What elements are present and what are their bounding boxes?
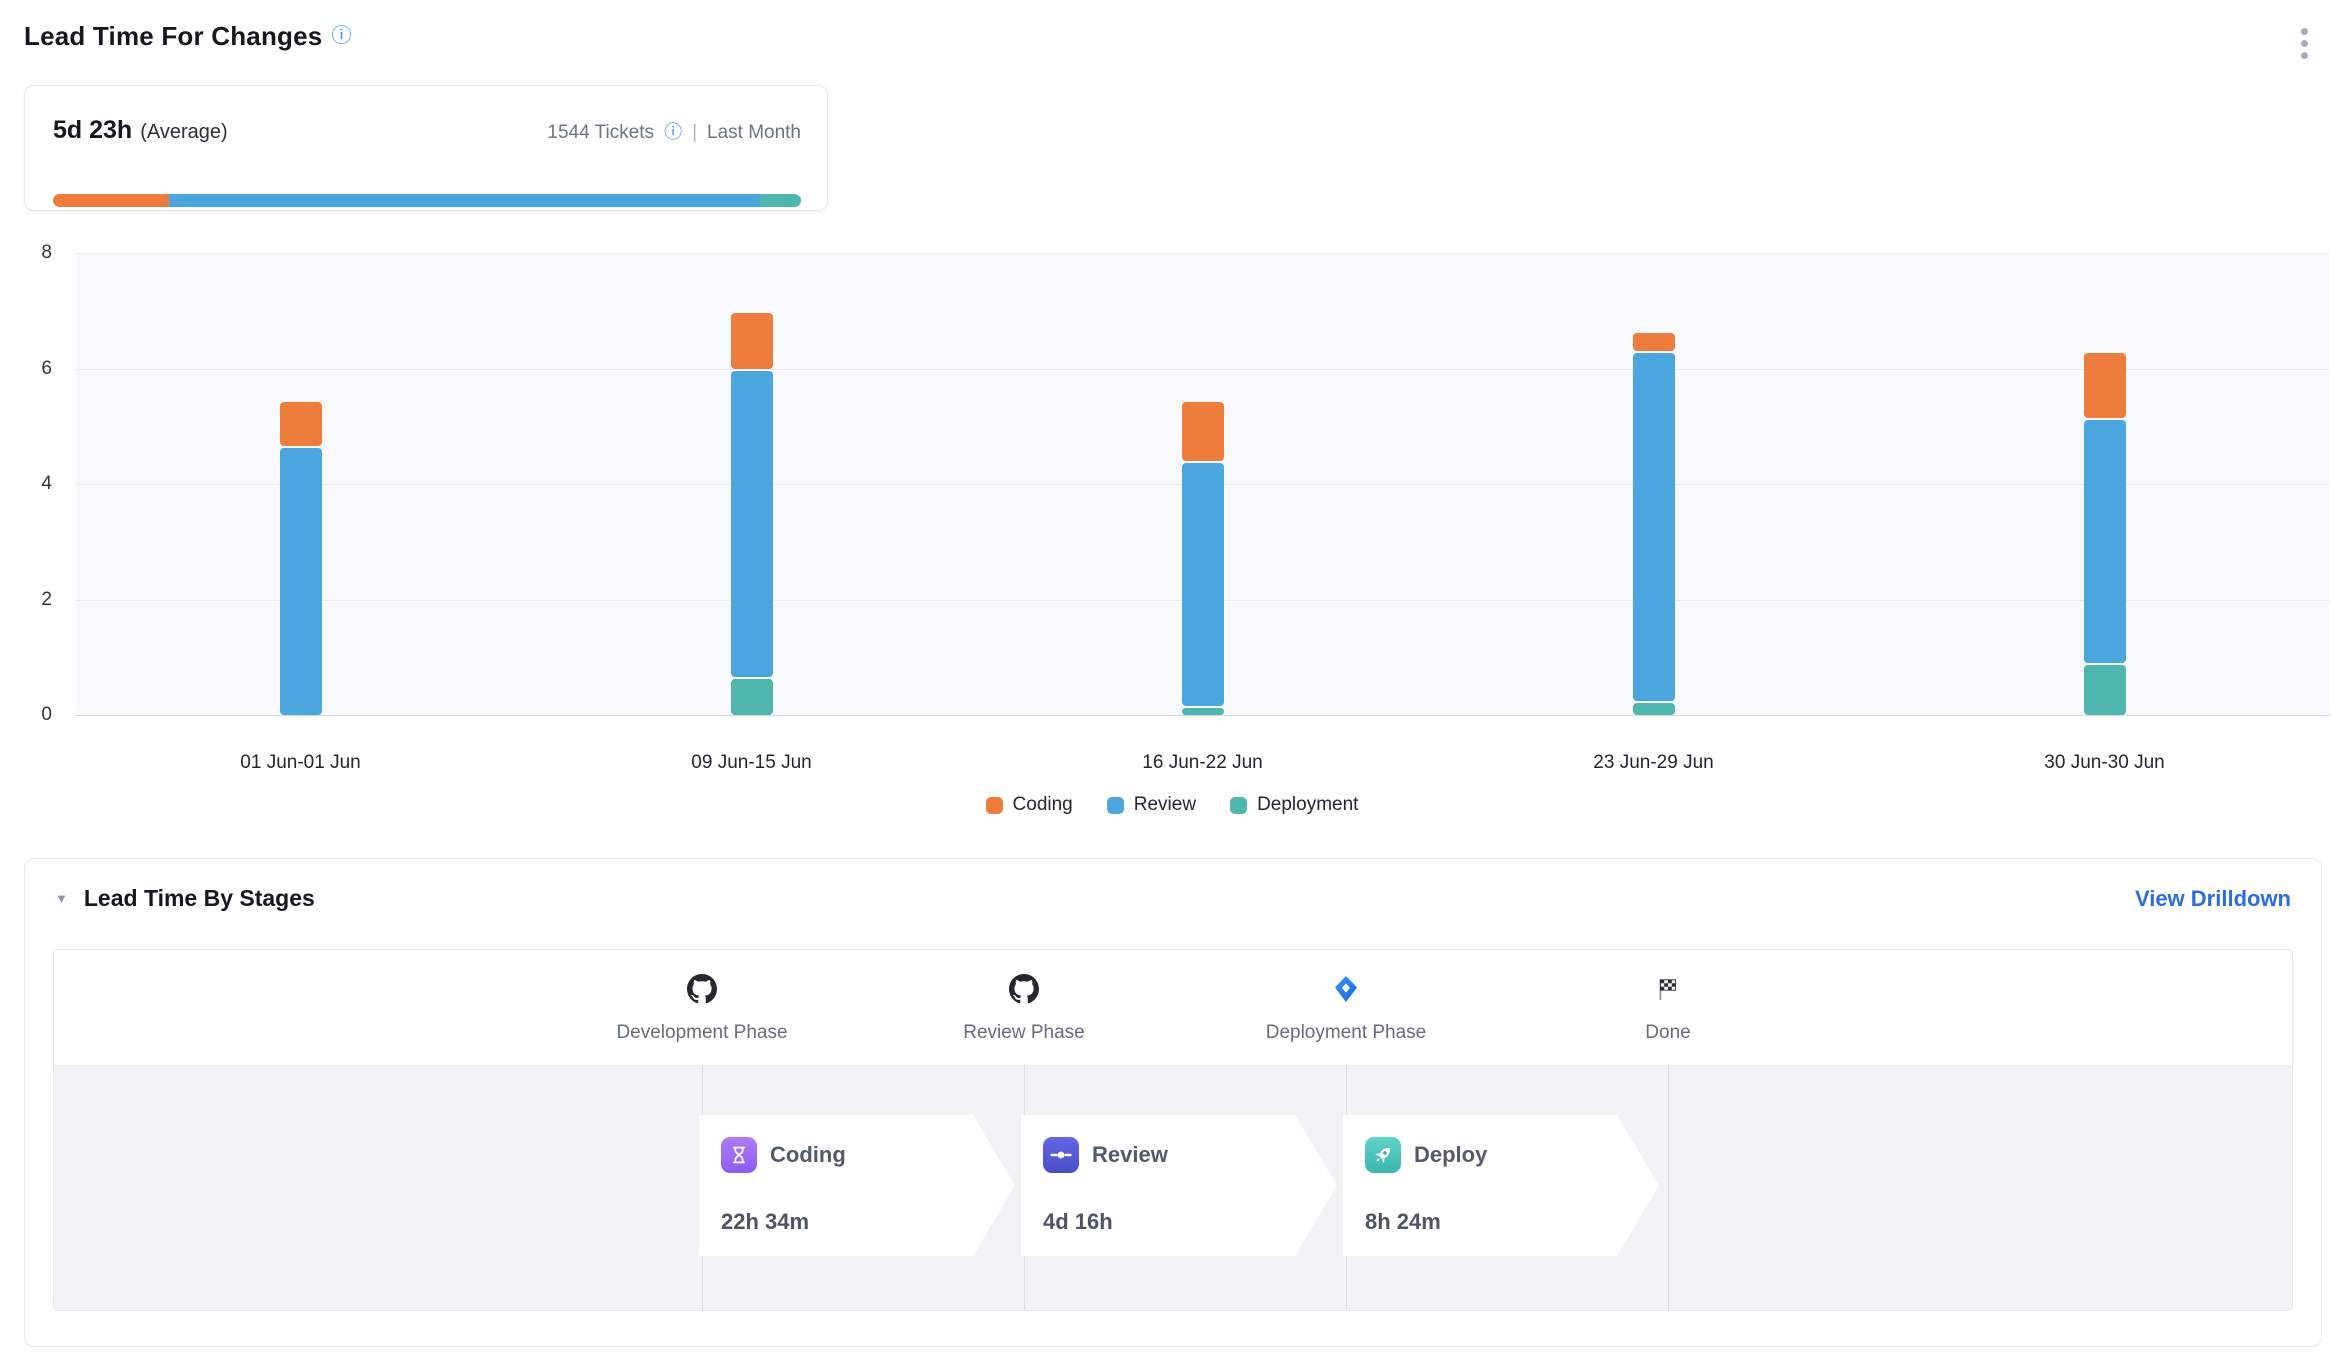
phase-deployment-phase: Deployment Phase <box>1216 972 1476 1044</box>
x-tick-label: 30 Jun-30 Jun <box>2044 752 2164 774</box>
stage-duration: 22h 34m <box>721 1209 809 1235</box>
bar-segment-review[interactable] <box>280 448 322 715</box>
kebab-menu-icon[interactable] <box>2301 28 2308 59</box>
bar-segment-deployment[interactable] <box>2084 665 2126 715</box>
stages-title: Lead Time By Stages <box>84 885 315 912</box>
legend-swatch <box>986 797 1003 814</box>
x-tick-label: 23 Jun-29 Jun <box>1593 752 1713 774</box>
summary-bar-segment-review <box>169 194 760 207</box>
gridline-y8 <box>75 253 2330 254</box>
legend-item-review[interactable]: Review <box>1107 794 1196 816</box>
bar-group-3[interactable] <box>1182 400 1224 715</box>
legend-swatch <box>1107 797 1124 814</box>
bar-segment-coding[interactable] <box>280 402 322 446</box>
bar-segment-deployment[interactable] <box>1182 708 1224 715</box>
view-drilldown-link[interactable]: View Drilldown <box>2135 886 2291 912</box>
y-tick-label: 2 <box>2 589 52 611</box>
stage-track: Coding 22h 34m Review 4d 16h Deploy 8h 24m <box>54 1065 2292 1310</box>
legend-label: Review <box>1134 794 1196 816</box>
flag-icon <box>1538 972 1798 1006</box>
phase-label: Done <box>1538 1022 1798 1044</box>
y-tick-label: 4 <box>2 473 52 495</box>
page-header: Lead Time For Changes ⓘ <box>24 16 2320 56</box>
legend-label: Deployment <box>1257 794 1358 816</box>
github-icon <box>572 972 832 1006</box>
stage-label: Review <box>1092 1142 1168 1168</box>
summary-bar-segment-coding <box>53 194 169 207</box>
y-tick-label: 8 <box>2 242 52 264</box>
phase-label: Review Phase <box>894 1022 1154 1044</box>
bar-segment-coding[interactable] <box>1182 402 1224 461</box>
tickets-count: 1544 Tickets <box>547 122 654 144</box>
chart-plot-area <box>75 253 2330 715</box>
phase-development-phase: Development Phase <box>572 972 832 1044</box>
github-icon <box>894 972 1154 1006</box>
phase-label: Deployment Phase <box>1216 1022 1476 1044</box>
bar-group-1[interactable] <box>280 400 322 715</box>
bar-group-5[interactable] <box>2084 351 2126 715</box>
jira-icon <box>1216 972 1476 1006</box>
info-icon[interactable]: ⓘ <box>331 26 351 46</box>
stage-table: Development Phase Review Phase Deployment … <box>53 949 2293 1311</box>
stage-label: Coding <box>770 1142 846 1168</box>
legend-swatch <box>1230 797 1247 814</box>
hourglass-icon <box>721 1137 757 1173</box>
bar-segment-review[interactable] <box>2084 420 2126 663</box>
bar-segment-deployment[interactable] <box>1633 703 1675 715</box>
phase-label: Development Phase <box>572 1022 832 1044</box>
x-tick-label: 01 Jun-01 Jun <box>240 752 360 774</box>
legend-item-coding[interactable]: Coding <box>986 794 1073 816</box>
legend-item-deployment[interactable]: Deployment <box>1230 794 1358 816</box>
stage-duration: 8h 24m <box>1365 1209 1441 1235</box>
phase-done: Done <box>1538 972 1798 1044</box>
bar-segment-deployment[interactable] <box>731 679 773 715</box>
collapse-caret-icon[interactable]: ▼ <box>55 891 68 906</box>
y-tick-label: 0 <box>2 704 52 726</box>
stage-chevron-deploy[interactable]: Deploy 8h 24m <box>1343 1115 1659 1256</box>
track-divider <box>1668 1065 1669 1310</box>
bar-segment-review[interactable] <box>1633 353 1675 700</box>
summary-progress-bar <box>53 194 801 207</box>
bar-segment-coding[interactable] <box>1633 333 1675 351</box>
gridline-y0 <box>75 715 2330 716</box>
y-tick-label: 6 <box>2 358 52 380</box>
legend-label: Coding <box>1013 794 1073 816</box>
period-label: Last Month <box>707 122 801 144</box>
bar-group-2[interactable] <box>731 311 773 715</box>
commit-icon <box>1043 1137 1079 1173</box>
rocket-icon <box>1365 1137 1401 1173</box>
average-value: 5d 23h <box>53 116 132 145</box>
gridline-y6 <box>75 369 2330 370</box>
stage-chevron-coding[interactable]: Coding 22h 34m <box>699 1115 1015 1256</box>
stage-label: Deploy <box>1414 1142 1487 1168</box>
info-icon[interactable]: ⓘ <box>664 123 682 141</box>
chart-legend: Coding Review Deployment <box>0 794 2344 816</box>
summary-card: 5d 23h (Average) 1544 Tickets ⓘ | Last M… <box>24 85 828 211</box>
page-title: Lead Time For Changes <box>24 21 322 52</box>
bar-segment-review[interactable] <box>1182 463 1224 706</box>
bar-segment-coding[interactable] <box>2084 353 2126 417</box>
x-tick-label: 09 Jun-15 Jun <box>691 752 811 774</box>
summary-bar-segment-deployment <box>760 194 801 207</box>
bar-segment-coding[interactable] <box>731 313 773 369</box>
phase-review-phase: Review Phase <box>894 972 1154 1044</box>
bar-segment-review[interactable] <box>731 371 773 678</box>
x-tick-label: 16 Jun-22 Jun <box>1142 752 1262 774</box>
bar-group-4[interactable] <box>1633 331 1675 715</box>
stage-duration: 4d 16h <box>1043 1209 1113 1235</box>
lead-time-by-stages-card: ▼ Lead Time By Stages View Drilldown Dev… <box>24 858 2322 1347</box>
separator: | <box>692 122 697 144</box>
stage-chevron-review[interactable]: Review 4d 16h <box>1021 1115 1337 1256</box>
average-label: (Average) <box>140 121 227 144</box>
